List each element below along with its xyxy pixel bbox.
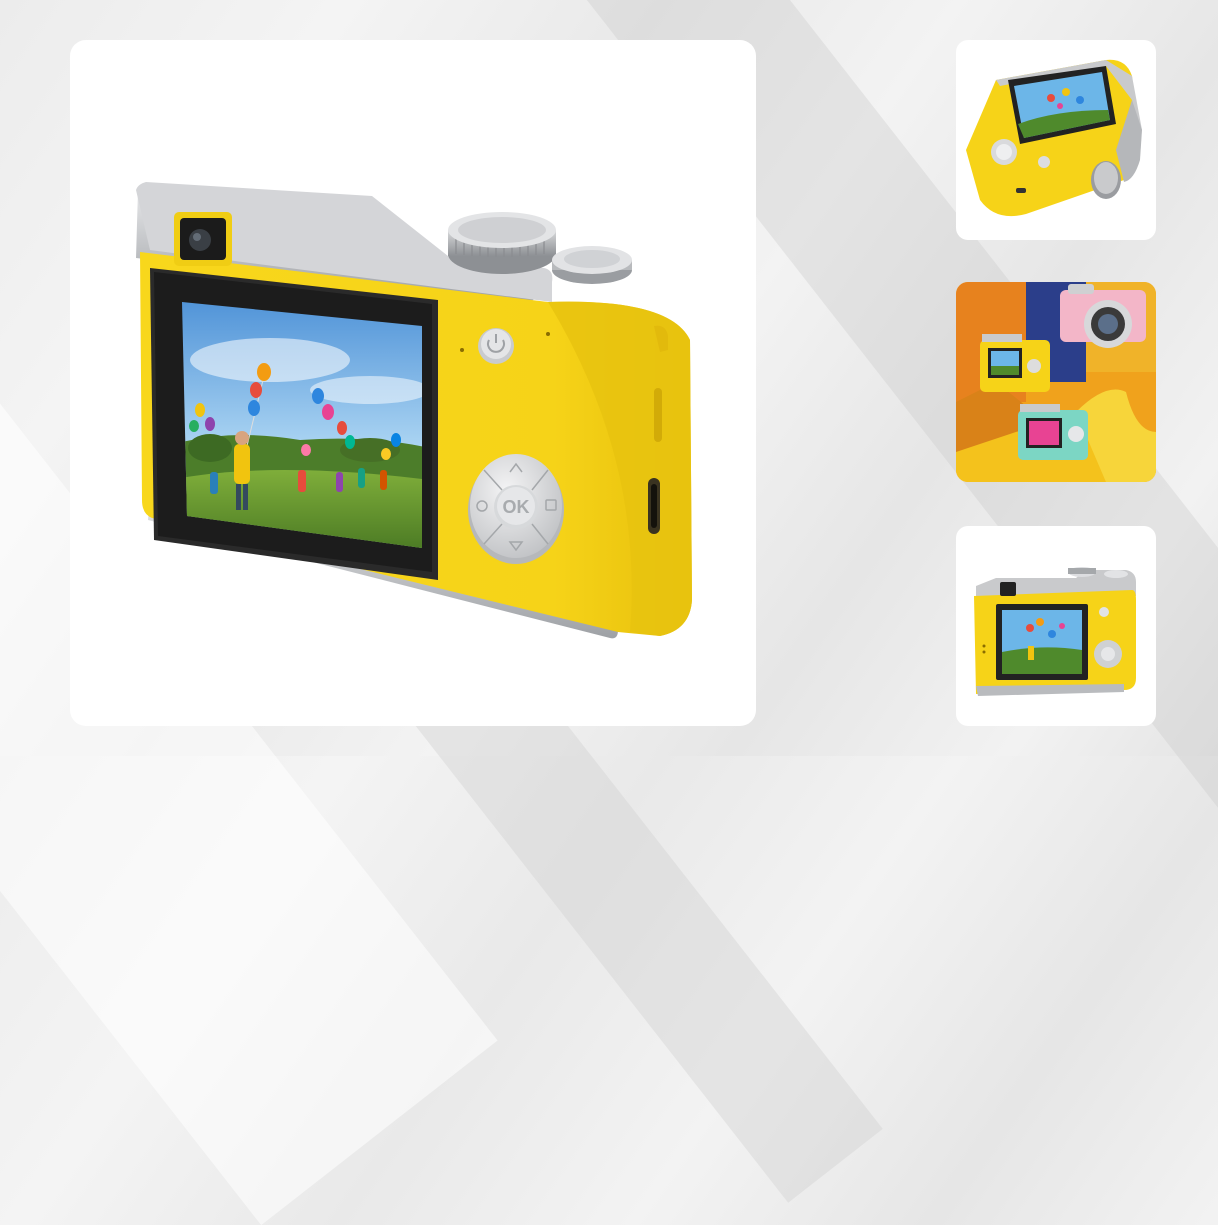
camera-angled-thumbnail bbox=[966, 59, 1142, 217]
camera-front-thumbnail bbox=[974, 567, 1136, 696]
camera-back-view-illustration: OK bbox=[136, 182, 692, 639]
main-product-image[interactable]: OK bbox=[70, 40, 756, 726]
ok-button-label: OK bbox=[503, 497, 530, 517]
thumbnail-1[interactable] bbox=[956, 40, 1156, 240]
thumbnail-2[interactable] bbox=[956, 282, 1156, 482]
three-cameras-scene-thumbnail bbox=[956, 282, 1156, 482]
thumbnail-3[interactable] bbox=[956, 526, 1156, 726]
